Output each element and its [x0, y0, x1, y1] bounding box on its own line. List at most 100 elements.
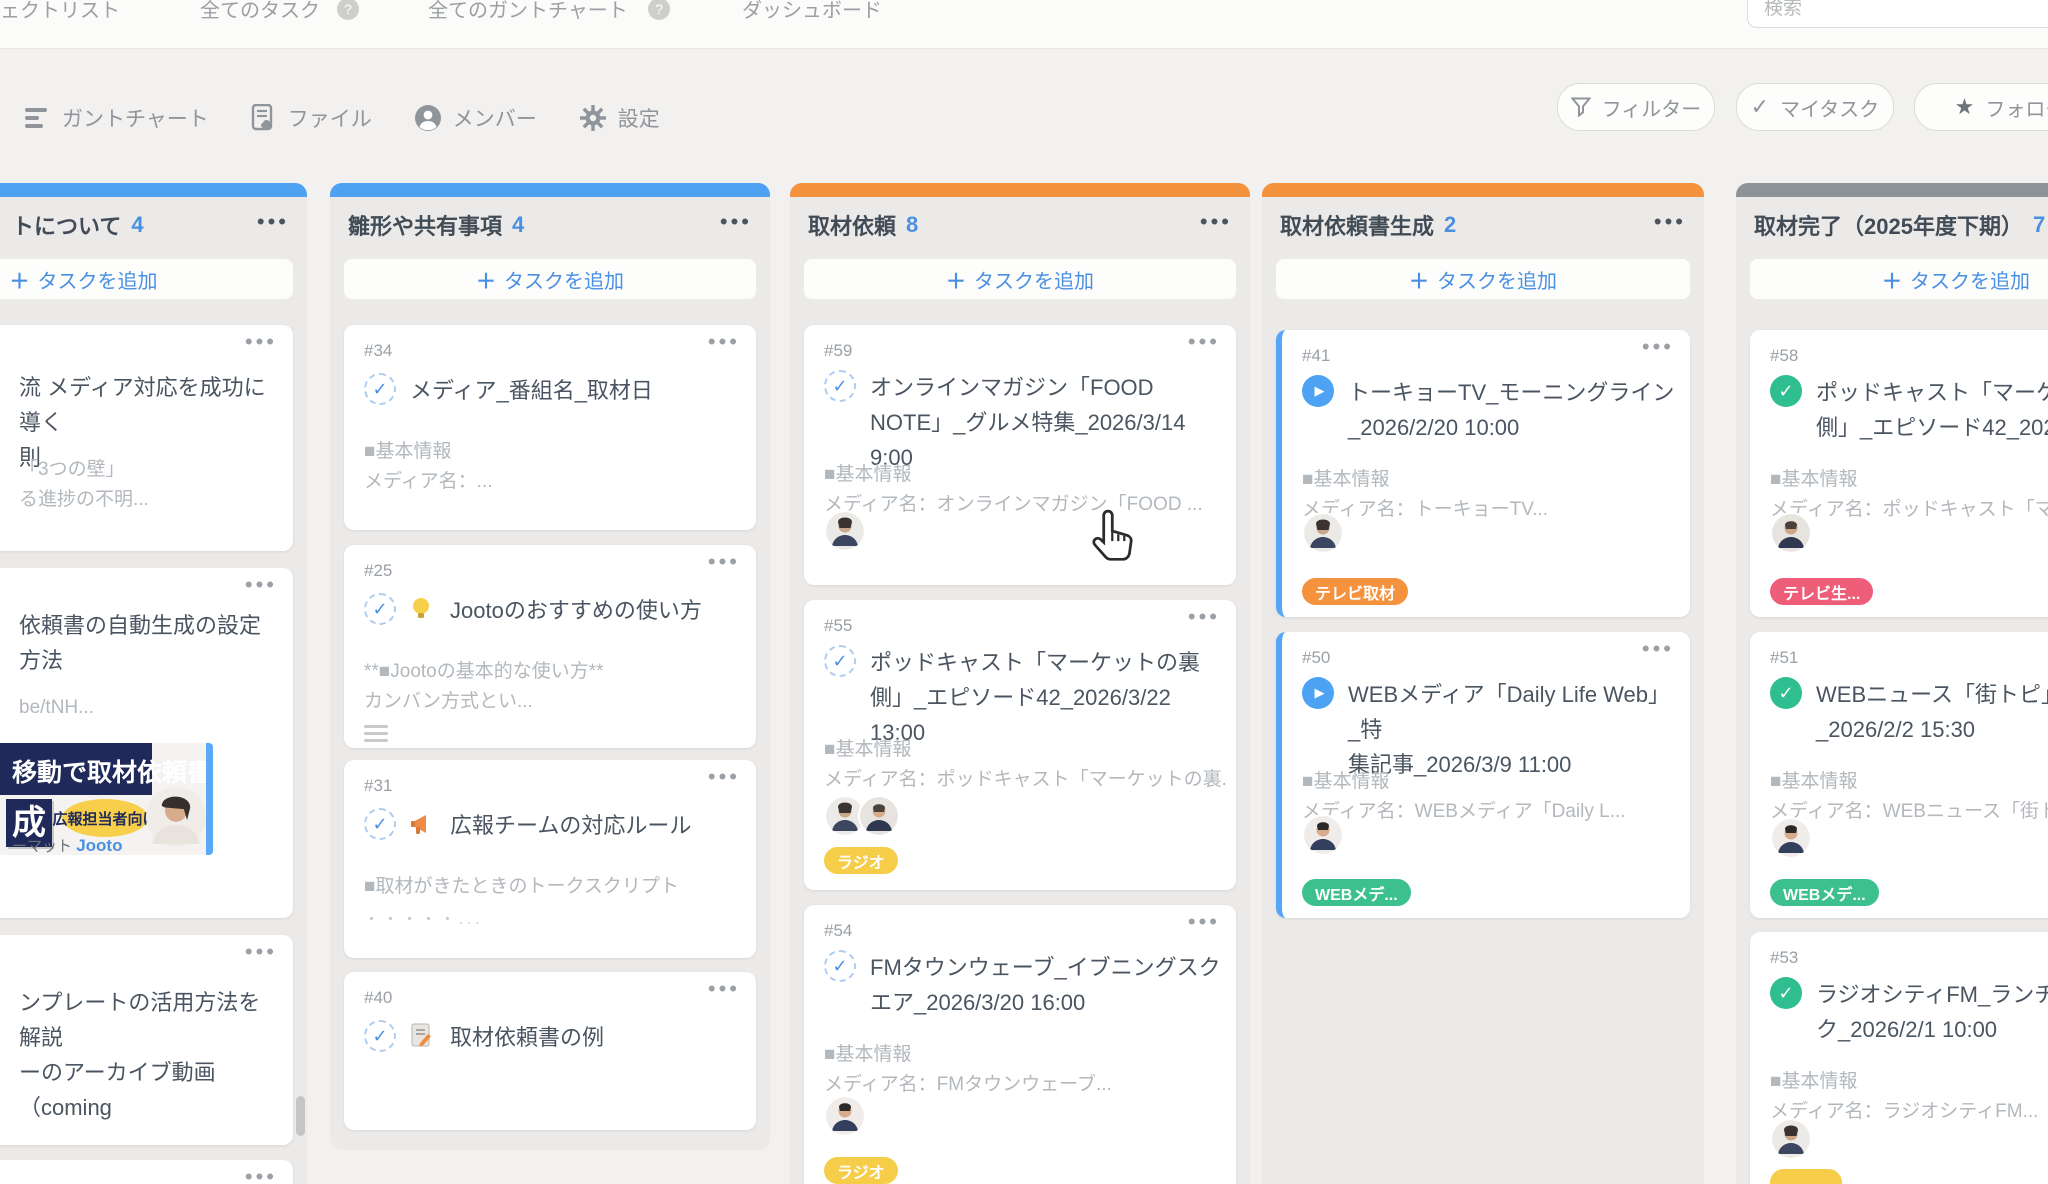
- task-title: WEBニュース「街トピ」_速 _2026/2/2 15:30: [1816, 677, 2048, 747]
- task-card[interactable]: ••• #31 ✓ 広報チームの対応ルール ■取材がきたときのトークスクリプト …: [344, 760, 756, 958]
- top-nav-bar: ェクトリスト 全てのタスク ? 全てのガントチャート ? ダッシュボード: [0, 0, 2048, 49]
- help-badge-icon[interactable]: ?: [648, 0, 670, 20]
- column-count: 2: [1444, 212, 1456, 238]
- column-color-bar: [1736, 183, 2048, 197]
- column-color-bar: [0, 183, 307, 197]
- card-menu-button[interactable]: •••: [708, 549, 740, 575]
- task-card[interactable]: ••• #41 ▶ トーキョーTV_モーニングライン _2026/2/20 10…: [1276, 330, 1690, 617]
- check-icon: ✓: [1751, 94, 1769, 120]
- task-id: #55: [824, 616, 852, 636]
- status-check-icon[interactable]: ✓: [364, 1020, 396, 1052]
- column-color-bar: [1262, 183, 1704, 197]
- add-task-label: タスクを追加: [504, 265, 624, 294]
- status-check-icon[interactable]: ✓: [364, 593, 396, 625]
- task-card[interactable]: ••• #25 ✓ Jootoのおすすめの使い方 **■Jootoの基本的な使い…: [344, 545, 756, 748]
- task-id: #51: [1770, 648, 1798, 668]
- card-menu-button[interactable]: •••: [708, 329, 740, 355]
- filter-funnel-icon: [1571, 97, 1591, 117]
- assignee-avatars: [1770, 1118, 1812, 1160]
- column-menu-button[interactable]: •••: [720, 209, 752, 235]
- assignee-avatars: [1302, 814, 1344, 856]
- in-progress-play-icon[interactable]: ▶: [1302, 375, 1334, 407]
- card-menu-button[interactable]: •••: [245, 939, 277, 965]
- thumbnail-caption: ーマット Jooto: [12, 835, 122, 855]
- add-task-button[interactable]: ＋ タスクを追加: [804, 259, 1236, 299]
- tag-label: ラジオ: [824, 847, 898, 874]
- nav-dashboard[interactable]: ダッシュボード: [742, 0, 882, 23]
- settings-button[interactable]: 設定: [579, 103, 660, 133]
- card-menu-button[interactable]: •••: [245, 572, 277, 598]
- card-menu-button[interactable]: •••: [245, 329, 277, 355]
- my-tasks-button[interactable]: ✓ マイタスク: [1736, 83, 1894, 131]
- task-title: ンプレートの活用方法を解説 ーのアーカイブ動画（coming: [19, 985, 279, 1125]
- column-menu-button[interactable]: •••: [257, 209, 289, 235]
- column-menu-button[interactable]: •••: [1654, 209, 1686, 235]
- video-thumbnail[interactable]: 移動で取材依頼書を 成 広報担当者向け ーマット Jooto: [0, 743, 213, 855]
- nav-all-gantt[interactable]: 全てのガントチャート: [428, 0, 628, 23]
- members-button[interactable]: メンバー: [414, 103, 537, 133]
- card-menu-button[interactable]: •••: [1642, 636, 1674, 662]
- task-id: #31: [364, 776, 392, 796]
- status-check-icon[interactable]: ✓: [824, 370, 856, 402]
- card-menu-button[interactable]: •••: [708, 764, 740, 790]
- board-column: 雛形や共有事項 4 ••• ＋ タスクを追加 ••• #34 ✓ メディア_番組…: [330, 183, 770, 1150]
- board-column: 取材完了（2025年度下期） 7 ＋ タスクを追加 #58 ✓ ポッドキャスト「…: [1736, 183, 2048, 1184]
- task-card[interactable]: ••• #40 ✓ 取材依頼書の例: [344, 972, 756, 1130]
- add-task-button[interactable]: ＋ タスクを追加: [1276, 259, 1690, 299]
- column-color-bar: [330, 183, 770, 197]
- task-card[interactable]: #51 ✓ WEBニュース「街トピ」_速 _2026/2/2 15:30 ■基本…: [1750, 632, 2048, 918]
- task-card[interactable]: ••• ンプレートの活用方法を解説 ーのアーカイブ動画（coming: [0, 935, 293, 1145]
- gantt-icon: [25, 106, 51, 130]
- status-check-icon[interactable]: ✓: [824, 950, 856, 982]
- avatar: [1302, 512, 1344, 554]
- nav-all-tasks[interactable]: 全てのタスク: [200, 0, 320, 23]
- status-check-icon[interactable]: ✓: [364, 373, 396, 405]
- assignee-avatars: [824, 1095, 866, 1137]
- done-check-icon[interactable]: ✓: [1770, 977, 1802, 1009]
- task-description: ■基本情報 メディア名：FMタウンウェーブ...: [824, 1040, 1226, 1100]
- column-scrollbar[interactable]: [296, 1096, 305, 1136]
- card-menu-button[interactable]: •••: [245, 1164, 277, 1184]
- task-card[interactable]: ••• #54 ✓ FMタウンウェーブ_イブニングスク エア_2026/3/20…: [804, 905, 1236, 1184]
- gantt-chart-label: ガントチャート: [62, 103, 209, 133]
- task-card[interactable]: #53 ✓ ラジオシティFM_ランチタイ ク_2026/2/1 10:00 ■基…: [1750, 932, 2048, 1184]
- done-check-icon[interactable]: ✓: [1770, 375, 1802, 407]
- assignee-avatars: [1770, 512, 1812, 554]
- status-check-icon[interactable]: ✓: [364, 808, 396, 840]
- task-card[interactable]: ••• #55 ✓ ポッドキャスト「マーケットの裏 側」_エピソード42_202…: [804, 600, 1236, 890]
- column-count: 7: [2033, 212, 2045, 238]
- task-card[interactable]: #58 ✓ ポッドキャスト「マーケット 側」_エピソード42_2026/3/ ■…: [1750, 330, 2048, 617]
- column-menu-button[interactable]: •••: [1200, 209, 1232, 235]
- card-menu-button[interactable]: •••: [1642, 334, 1674, 360]
- add-task-button[interactable]: ＋ タスクを追加: [344, 259, 756, 299]
- in-progress-play-icon[interactable]: ▶: [1302, 677, 1334, 709]
- following-button[interactable]: ★ フォロー中: [1914, 83, 2048, 131]
- task-description: ■基本情報 メディア名：...: [364, 437, 746, 497]
- add-task-button[interactable]: ＋ タスクを追加: [1750, 259, 2048, 299]
- board-column: 取材依頼 8 ••• ＋ タスクを追加 ••• #59 ✓ オンラインマガジン「…: [790, 183, 1250, 1184]
- task-card[interactable]: ••• 流 メディア対応を成功に導く 則 「3つの壁」 る進捗の不明...: [0, 325, 293, 551]
- column-count: 4: [131, 212, 143, 238]
- gantt-chart-button[interactable]: ガントチャート: [25, 103, 209, 133]
- search-input[interactable]: [1762, 0, 2048, 21]
- memo-emoji-icon: [410, 1020, 436, 1052]
- task-card[interactable]: ••• #59 ✓ オンラインマガジン「FOOD NOTE」_グルメ特集_202…: [804, 325, 1236, 585]
- card-menu-button[interactable]: •••: [708, 976, 740, 1002]
- status-check-icon[interactable]: ✓: [824, 645, 856, 677]
- card-menu-button[interactable]: •••: [1188, 329, 1220, 355]
- done-check-icon[interactable]: ✓: [1770, 677, 1802, 709]
- task-card[interactable]: ••• 依頼書の自動生成の設定方法 be/tNH... 移動で取材依頼書を 成 …: [0, 568, 293, 918]
- card-menu-button[interactable]: •••: [1188, 604, 1220, 630]
- tag-label: WEBメデ...: [1770, 879, 1879, 906]
- task-card[interactable]: •••: [0, 1160, 293, 1184]
- card-menu-button[interactable]: •••: [1188, 909, 1220, 935]
- filter-button[interactable]: フィルター: [1557, 83, 1715, 131]
- avatar: [1770, 512, 1812, 554]
- task-card[interactable]: ••• #34 ✓ メディア_番組名_取材日 ■基本情報 メディア名：...: [344, 325, 756, 530]
- help-badge-icon[interactable]: ?: [337, 0, 359, 20]
- column-count: 8: [906, 212, 918, 238]
- nav-project-list[interactable]: ェクトリスト: [0, 0, 120, 23]
- add-task-button[interactable]: ＋ タスクを追加: [0, 259, 293, 299]
- files-button[interactable]: ファイル: [251, 103, 372, 133]
- task-card[interactable]: ••• #50 ▶ WEBメディア「Daily Life Web」_特 集記事_…: [1276, 632, 1690, 918]
